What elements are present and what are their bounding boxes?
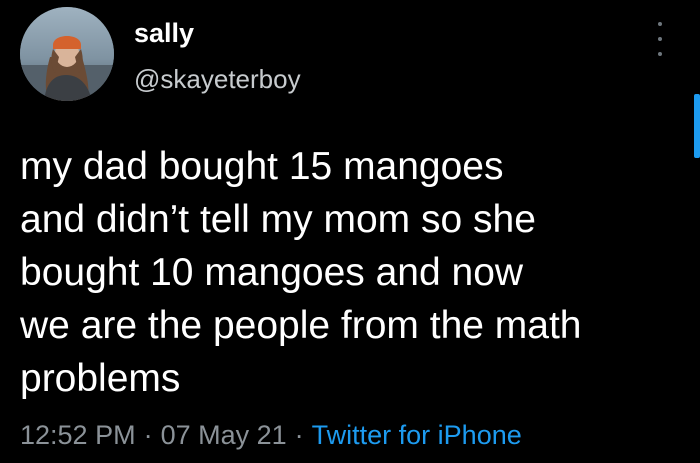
more-options-button[interactable] xyxy=(650,22,670,56)
tweet-time[interactable]: 12:52 PM xyxy=(20,420,136,450)
tweet-date[interactable]: 07 May 21 xyxy=(161,420,287,450)
tweet-text: my dad bought 15 mangoes and didn’t tell… xyxy=(20,145,582,400)
display-name[interactable]: sally xyxy=(134,17,194,49)
scrollbar-thumb[interactable] xyxy=(694,94,700,158)
separator: · xyxy=(143,420,153,450)
separator: · xyxy=(294,420,304,450)
tweet-metadata: 12:52 PM · 07 May 21 · Twitter for iPhone xyxy=(20,418,522,452)
avatar[interactable] xyxy=(20,7,114,101)
user-handle[interactable]: @skayeterboy xyxy=(134,64,301,94)
more-vertical-icon-dot xyxy=(658,37,662,41)
more-vertical-icon-dot xyxy=(658,52,662,56)
tweet-source-link[interactable]: Twitter for iPhone xyxy=(312,420,522,450)
avatar-photo xyxy=(20,7,114,101)
more-vertical-icon xyxy=(658,22,662,26)
